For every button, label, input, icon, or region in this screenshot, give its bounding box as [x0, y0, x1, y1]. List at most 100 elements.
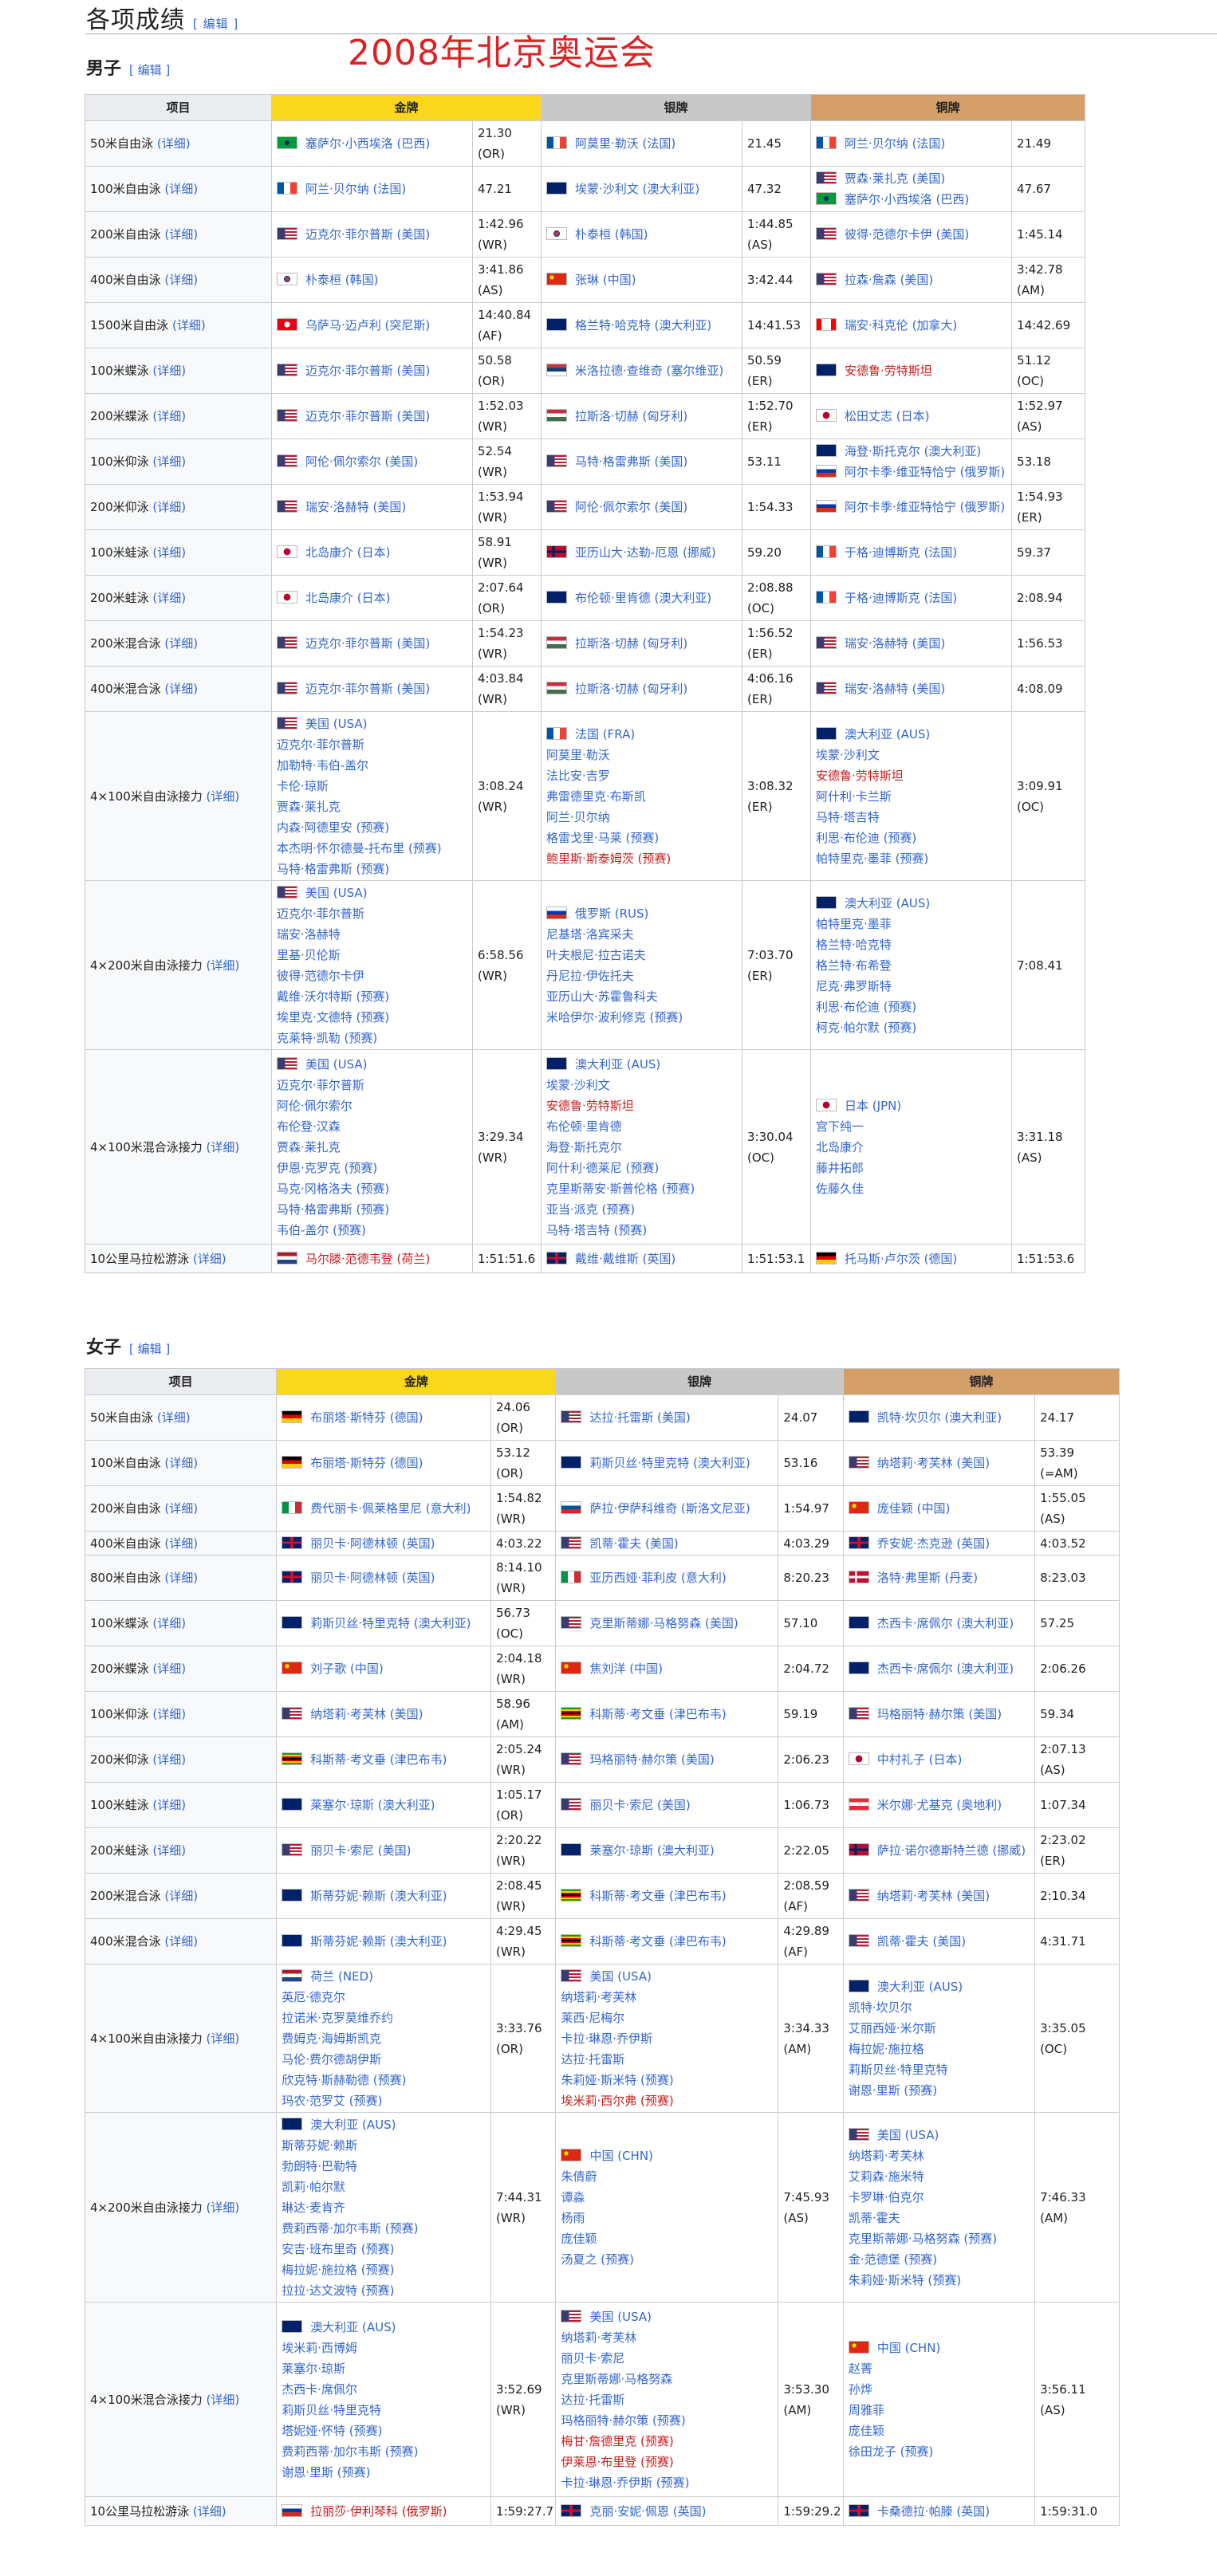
athlete-link[interactable]: 朴泰桓 (韩国) [305, 273, 378, 287]
athlete-link[interactable]: 瑞安·洛赫特 (美国) [305, 500, 406, 514]
athlete-link[interactable]: 丽贝卡·索尼 (美国) [589, 1798, 690, 1812]
athlete-link[interactable]: 卡拉·琳恩·乔伊斯 (预赛) [561, 2476, 689, 2490]
athlete-link[interactable]: 柯克·帕尔默 (预赛) [816, 1021, 916, 1035]
athlete-link[interactable]: 格兰特·布希登 [816, 958, 892, 973]
detail-link[interactable]: (详细) [157, 1410, 191, 1425]
athlete-link[interactable]: 乌萨马·迈卢利 (突尼斯) [305, 318, 430, 332]
athlete-link[interactable]: 琳达·麦肯齐 [282, 2200, 345, 2215]
athlete-link[interactable]: 松田丈志 (日本) [845, 409, 929, 423]
athlete-link[interactable]: 阿兰·贝尔纳 [546, 810, 610, 824]
athlete-link[interactable]: 朱倩蔚 [561, 2169, 597, 2184]
detail-link[interactable]: (详细) [164, 1536, 198, 1551]
athlete-link[interactable]: 莉斯贝丝·特里克特 [849, 2063, 948, 2077]
athlete-link[interactable]: 克里斯蒂娜·马格努森 (美国) [589, 1616, 738, 1630]
detail-link[interactable]: (详细) [152, 545, 186, 560]
detail-link[interactable]: (详细) [164, 182, 198, 196]
athlete-link[interactable]: 安德鲁·劳特斯坦 [845, 364, 932, 378]
detail-link[interactable]: (详细) [193, 2504, 226, 2519]
athlete-link[interactable]: 拉森·詹森 (美国) [845, 273, 933, 287]
athlete-link[interactable]: 凯莉·帕尔默 [282, 2180, 345, 2194]
athlete-link[interactable]: 斯蒂芬妮·赖斯 [282, 2138, 357, 2153]
detail-link[interactable]: (详细) [164, 682, 198, 696]
team-name[interactable]: 俄罗斯 (RUS) [575, 907, 648, 921]
athlete-link[interactable]: 达拉·托雷斯 (美国) [589, 1410, 690, 1425]
athlete-link[interactable]: 瑞安·科克伦 (加拿大) [845, 318, 957, 332]
team-name[interactable]: 美国 (USA) [589, 2310, 652, 2324]
athlete-link[interactable]: 拉拉·达文波特 (预赛) [282, 2283, 394, 2298]
athlete-link[interactable]: 格兰特·哈克特 [816, 938, 892, 952]
athlete-link[interactable]: 安德鲁·劳特斯坦 [816, 769, 904, 783]
athlete-link[interactable]: 阿尔卡季·维亚特恰宁 (俄罗斯) [845, 465, 1005, 479]
athlete-link[interactable]: 于格·迪博斯克 (法国) [845, 545, 957, 560]
athlete-link[interactable]: 克莱特·凯勒 (预赛) [277, 1031, 377, 1045]
athlete-link[interactable]: 纳塔莉·考芙林 (美国) [310, 1707, 423, 1721]
athlete-link[interactable]: 欣克特·斯赫勒德 (预赛) [282, 2073, 406, 2087]
athlete-link[interactable]: 庞佳颖 [561, 2232, 597, 2246]
athlete-link[interactable]: 迈克尔·菲尔普斯 (美国) [305, 409, 430, 423]
detail-link[interactable]: (详细) [164, 273, 198, 287]
detail-link[interactable]: (详细) [164, 1571, 198, 1585]
athlete-link[interactable]: 纳塔莉·考芙林 (美国) [877, 1889, 990, 1903]
detail-link[interactable]: (详细) [152, 364, 186, 378]
team-name[interactable]: 美国 (USA) [305, 886, 368, 900]
athlete-link[interactable]: 本杰明·怀尔德曼-托布里 (预赛) [277, 841, 442, 855]
athlete-link[interactable]: 梅拉妮·施拉格 (预赛) [282, 2263, 394, 2277]
athlete-link[interactable]: 迈克尔·菲尔普斯 (美国) [305, 227, 430, 242]
athlete-link[interactable]: 勃朗特·巴勒特 [282, 2159, 357, 2173]
detail-link[interactable]: (详细) [152, 1843, 186, 1858]
athlete-link[interactable]: 凯蒂·霍夫 [849, 2211, 900, 2225]
athlete-link[interactable]: 科斯蒂·考文垂 (津巴布韦) [589, 1889, 726, 1903]
athlete-link[interactable]: 塞萨尔·小西埃洛 (巴西) [845, 192, 969, 206]
athlete-link[interactable]: 叶夫根尼·拉古诺夫 [546, 948, 646, 962]
athlete-link[interactable]: 莱塞尔·琼斯 (澳大利亚) [589, 1843, 714, 1858]
athlete-link[interactable]: 达拉·托雷斯 [561, 2393, 624, 2407]
athlete-link[interactable]: 瑞安·洛赫特 (美国) [845, 636, 945, 651]
athlete-link[interactable]: 拉斯洛·切赫 (匈牙利) [575, 409, 687, 423]
athlete-link[interactable]: 塔妮娅·怀特 (预赛) [282, 2424, 382, 2438]
athlete-link[interactable]: 凯蒂·霍夫 (美国) [877, 1934, 966, 1949]
athlete-link[interactable]: 汤夏之 (预赛) [561, 2252, 633, 2267]
team-name[interactable]: 澳大利亚 (AUS) [575, 1057, 660, 1072]
athlete-link[interactable]: 加勒特·韦伯-盖尔 [277, 758, 368, 773]
athlete-link[interactable]: 埃蒙·沙利文 (澳大利亚) [575, 182, 699, 196]
athlete-link[interactable]: 卡拉·琳恩·乔伊斯 [561, 2031, 652, 2046]
athlete-link[interactable]: 杰西卡·席佩尔 [282, 2382, 357, 2397]
athlete-link[interactable]: 利思·布伦迪 (预赛) [816, 1000, 916, 1014]
detail-link[interactable]: (详细) [152, 591, 186, 605]
athlete-link[interactable]: 托马斯·卢尔茨 (德国) [845, 1252, 957, 1266]
detail-link[interactable]: (详细) [152, 1616, 186, 1630]
athlete-link[interactable]: 阿什利·卡兰斯 [816, 789, 892, 804]
page-edit-link[interactable]: [ 编辑 ] [193, 17, 238, 31]
athlete-link[interactable]: 科斯蒂·考文垂 (津巴布韦) [589, 1934, 726, 1949]
athlete-link[interactable]: 莉斯贝丝·特里克特 (澳大利亚) [310, 1616, 471, 1630]
men-edit-link[interactable]: [ 编辑 ] [129, 63, 170, 77]
athlete-link[interactable]: 戴维·戴维斯 (英国) [575, 1252, 675, 1266]
athlete-link[interactable]: 谭淼 [561, 2190, 585, 2204]
athlete-link[interactable]: 朱莉娅·斯米特 (预赛) [561, 2073, 673, 2087]
athlete-link[interactable]: 迈克尔·菲尔普斯 (美国) [305, 682, 430, 696]
athlete-link[interactable]: 卡桑德拉·帕滕 (英国) [877, 2504, 990, 2519]
athlete-link[interactable]: 庞佳颖 (中国) [877, 1501, 950, 1516]
athlete-link[interactable]: 阿伦·佩尔索尔 [277, 1099, 352, 1113]
athlete-link[interactable]: 利思·布伦迪 (预赛) [816, 831, 916, 845]
athlete-link[interactable]: 迈克尔·菲尔普斯 [277, 907, 364, 921]
athlete-link[interactable]: 玛格丽特·赫尔策 (预赛) [561, 2413, 685, 2428]
athlete-link[interactable]: 阿伦·佩尔索尔 (美国) [305, 454, 418, 469]
athlete-link[interactable]: 北岛康介 [816, 1140, 864, 1154]
athlete-link[interactable]: 塞萨尔·小西埃洛 (巴西) [305, 136, 430, 151]
athlete-link[interactable]: 洛特·弗里斯 (丹麦) [877, 1571, 978, 1585]
athlete-link[interactable]: 米哈伊尔·波利修克 (预赛) [546, 1010, 683, 1025]
team-name[interactable]: 日本 (JPN) [845, 1099, 901, 1113]
athlete-link[interactable]: 凯蒂·霍夫 (美国) [589, 1536, 678, 1551]
detail-link[interactable]: (详细) [164, 1889, 198, 1903]
athlete-link[interactable]: 英厄·德克尔 [282, 1990, 345, 2004]
detail-link[interactable]: (详细) [164, 1456, 198, 1470]
detail-link[interactable]: (详细) [152, 1662, 186, 1676]
athlete-link[interactable]: 杨雨 [561, 2211, 585, 2225]
athlete-link[interactable]: 于格·迪博斯克 (法国) [845, 591, 957, 605]
athlete-link[interactable]: 玛格丽特·赫尔策 (美国) [589, 1752, 714, 1767]
detail-link[interactable]: (详细) [164, 636, 198, 651]
athlete-link[interactable]: 拉斯洛·切赫 (匈牙利) [575, 682, 687, 696]
athlete-link[interactable]: 海登·斯托克尔 [546, 1140, 622, 1154]
detail-link[interactable]: (详细) [207, 958, 240, 973]
